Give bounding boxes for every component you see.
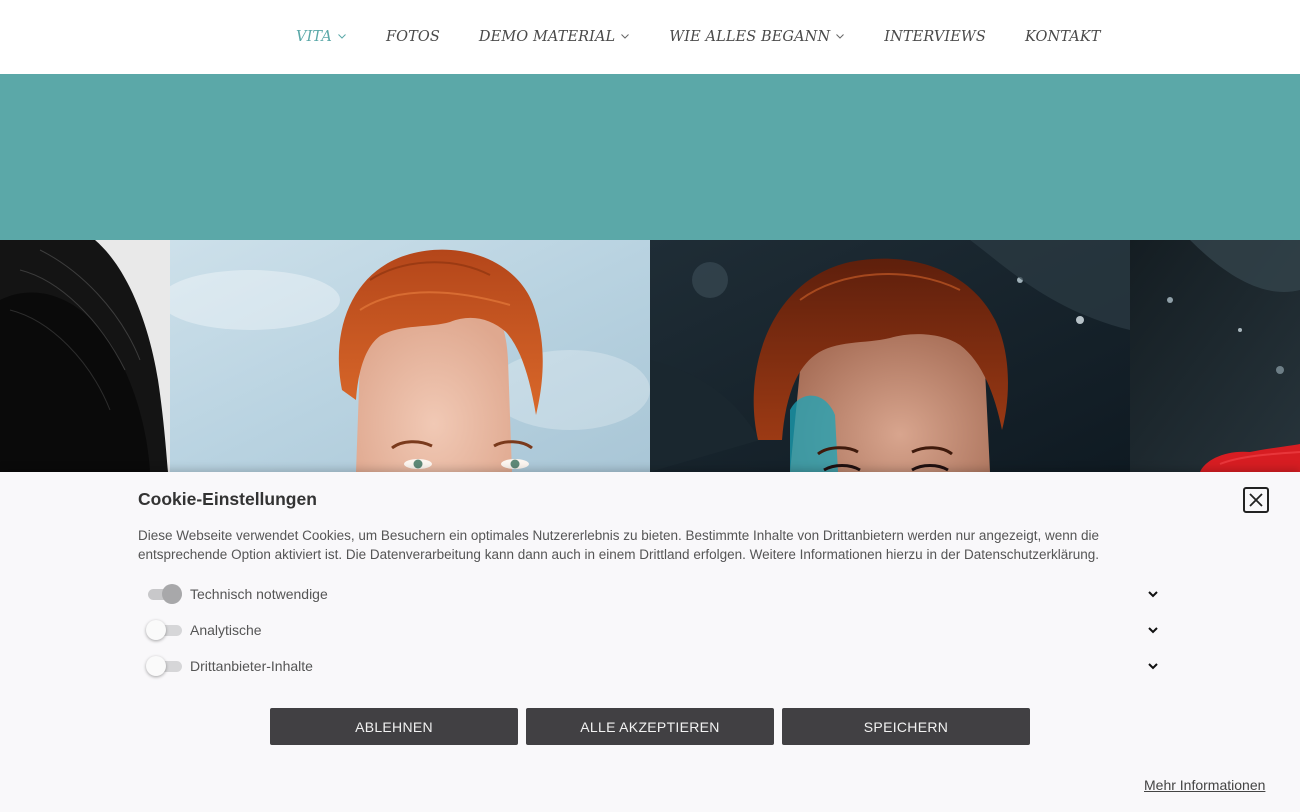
cookie-option-drittanbieter-inhalte: Drittanbieter-Inhalte — [146, 655, 1160, 677]
cookie-option-technisch-notwendige: Technisch notwendige — [146, 583, 1160, 605]
analytische-toggle[interactable] — [146, 619, 182, 641]
nav-item-wie-alles-begann[interactable]: WIE ALLES BEGANN — [669, 29, 845, 45]
nav-item-label: KONTAKT — [1024, 29, 1101, 45]
chevron-down-icon[interactable] — [1146, 659, 1160, 673]
technisch-notwendige-toggle[interactable] — [146, 583, 182, 605]
nav-item-label: FOTOS — [385, 29, 440, 45]
photo-black-white-portrait[interactable] — [0, 240, 170, 472]
photo-portrait-dark-background[interactable] — [650, 240, 1130, 472]
nav-item-demo-material[interactable]: DEMO MATERIAL — [479, 29, 630, 45]
cookie-settings-panel: Cookie-Einstellungen Diese Webseite verw… — [0, 472, 1300, 812]
nav-item-label: VITA — [296, 29, 332, 45]
nav-item-vita[interactable]: VITA — [296, 29, 347, 45]
header-banner — [0, 74, 1300, 240]
photo-gallery — [0, 240, 1300, 472]
close-icon — [1249, 493, 1263, 507]
chevron-down-icon[interactable] — [1146, 587, 1160, 601]
accept-all-button[interactable]: ALLE AKZEPTIEREN — [526, 708, 774, 745]
option-label: Technisch notwendige — [190, 586, 328, 602]
main-menu: VITA FOTOS DEMO MATERIAL WIE ALLES BEGAN… — [296, 24, 1101, 50]
chevron-down-icon — [621, 34, 630, 39]
close-button[interactable] — [1243, 487, 1269, 513]
photo-portrait-light-background[interactable] — [170, 240, 650, 472]
nav-item-fotos[interactable]: FOTOS — [386, 29, 440, 45]
photo-portrait-red-clothing[interactable] — [1130, 240, 1300, 472]
top-navigation: VITA FOTOS DEMO MATERIAL WIE ALLES BEGAN… — [0, 0, 1300, 74]
cookie-option-analytische: Analytische — [146, 619, 1160, 641]
nav-item-label: INTERVIEWS — [884, 29, 986, 45]
option-label: Drittanbieter-Inhalte — [190, 658, 313, 674]
drittanbieter-inhalte-toggle[interactable] — [146, 655, 182, 677]
nav-item-interviews[interactable]: INTERVIEWS — [884, 29, 986, 45]
nav-item-label: DEMO MATERIAL — [478, 29, 616, 45]
save-button[interactable]: SPEICHERN — [782, 708, 1030, 745]
chevron-down-icon — [836, 34, 845, 39]
cookie-title: Cookie-Einstellungen — [138, 489, 317, 509]
chevron-down-icon — [338, 34, 346, 39]
chevron-down-icon[interactable] — [1146, 623, 1160, 637]
reject-button[interactable]: ABLEHNEN — [270, 708, 518, 745]
more-information-link[interactable]: Mehr Informationen — [1144, 777, 1265, 793]
nav-item-label: WIE ALLES BEGANN — [669, 29, 831, 45]
option-label: Analytische — [190, 622, 262, 638]
cookie-description: Diese Webseite verwendet Cookies, um Bes… — [138, 528, 1100, 562]
nav-item-kontakt[interactable]: KONTAKT — [1025, 29, 1101, 45]
